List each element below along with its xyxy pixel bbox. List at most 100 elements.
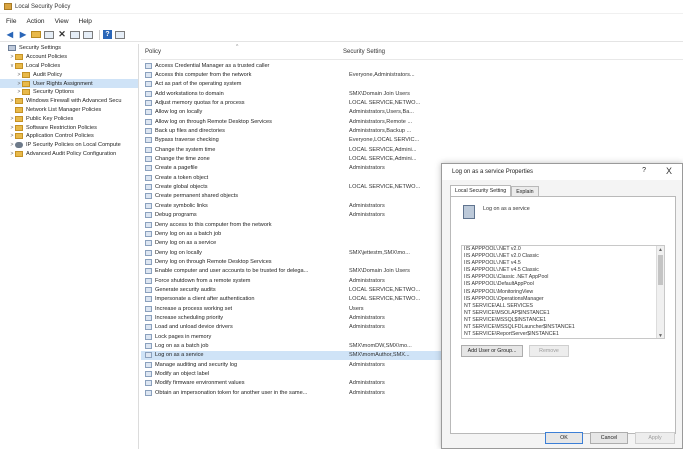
policy-icon	[145, 380, 152, 387]
folder-icon	[15, 54, 23, 61]
policy-icon	[145, 314, 152, 321]
policy-name-cell: Deny log on through Remote Desktop Servi…	[155, 258, 272, 265]
scroll-thumb[interactable]	[658, 255, 663, 285]
properties-dialog: Log on as a service Properties ? X Local…	[441, 163, 683, 449]
accounts-scrollbar[interactable]: ▲ ▼	[656, 246, 664, 338]
security-setting-cell: SMX\momAuthor,SMX...	[349, 352, 410, 359]
tree-node[interactable]: > Application Control Policies	[0, 132, 138, 141]
tree-node[interactable]: Security Settings	[0, 44, 138, 53]
forward-arrow-icon[interactable]: ▶	[18, 30, 28, 39]
export-icon[interactable]	[83, 30, 93, 39]
security-setting-cell: Administrators,Users,Ba...	[349, 109, 414, 116]
close-icon[interactable]: X	[666, 166, 672, 176]
scroll-up-icon[interactable]: ▲	[658, 247, 663, 253]
table-row[interactable]: Back up files and directories Administrat…	[141, 126, 683, 135]
table-row[interactable]: Allow log on locally Administrators,Users…	[141, 108, 683, 117]
policy-name-cell: Create permanent shared objects	[155, 193, 239, 200]
delete-icon[interactable]: ✕	[57, 30, 67, 39]
policy-name-cell: Change the system time	[155, 146, 216, 153]
account-item[interactable]: IIS APPPOOL\DefaultAppPool	[462, 281, 664, 288]
policy-name-cell: Debug programs	[155, 212, 197, 219]
policy-icon	[145, 100, 152, 107]
security-setting-cell: SMX\momDW,SMX\mo...	[349, 342, 412, 349]
security-setting-cell: LOCAL SERVICE,NETWO...	[349, 296, 421, 303]
back-arrow-icon[interactable]: ◀	[5, 30, 15, 39]
account-item[interactable]: IIS APPPOOL\OperationsManager	[462, 296, 664, 303]
policy-name-cell: Allow log on locally	[155, 109, 203, 116]
menu-help[interactable]: Help	[79, 18, 92, 25]
cancel-button[interactable]: Cancel	[590, 432, 628, 444]
folder-icon	[15, 62, 23, 69]
security-setting-cell: LOCAL SERVICE,NETWO...	[349, 286, 421, 293]
account-item[interactable]: NT SERVICE\ALL SERVICES	[462, 303, 664, 310]
account-item[interactable]: NT SERVICE\ReportServer$INSTANCE1	[462, 331, 664, 338]
tree-node-label: Audit Policy	[33, 71, 63, 78]
policy-icon	[145, 305, 152, 312]
tree-node[interactable]: Network List Manager Policies	[0, 106, 138, 115]
grid-icon[interactable]	[115, 30, 125, 39]
tree-node[interactable]: > User Rights Assignment	[0, 79, 138, 88]
column-header-setting[interactable]: Security Setting	[343, 49, 385, 55]
account-item[interactable]: NT SERVICE\MSOLAP$INSTANCE1	[462, 310, 664, 317]
policy-icon	[145, 333, 152, 340]
security-setting-cell: LOCAL SERVICE,NETWO...	[349, 100, 421, 107]
menu-file[interactable]: File	[6, 18, 16, 25]
policy-icon	[145, 286, 152, 293]
table-row[interactable]: Bypass traverse checking Everyone,LOCAL S…	[141, 136, 683, 145]
policy-name-cell: Modify firmware environment values	[155, 380, 245, 387]
account-item[interactable]: IIS APPPOOL\Classic .NET AppPool	[462, 274, 664, 281]
account-item[interactable]: IIS APPPOOL\.NET v2.0	[462, 246, 664, 253]
tab-explain[interactable]: Explain	[511, 186, 539, 196]
table-row[interactable]: Act as part of the operating system	[141, 80, 683, 89]
tree-node[interactable]: > IP Security Policies on Local Compute	[0, 141, 138, 150]
show-hide-tree-icon[interactable]	[44, 30, 54, 39]
add-user-or-group-button[interactable]: Add User or Group...	[461, 345, 523, 357]
tree-node[interactable]: > Advanced Audit Policy Configuration	[0, 150, 138, 159]
help-icon[interactable]: ?	[103, 30, 112, 39]
ok-button[interactable]: OK	[545, 432, 583, 444]
table-row[interactable]: Allow log on through Remote Desktop Serv…	[141, 117, 683, 126]
account-item[interactable]: IIS APPPOOL\MonitoringView	[462, 289, 664, 296]
tree-node[interactable]: > Security Options	[0, 88, 138, 97]
tree-node[interactable]: > Account Policies	[0, 53, 138, 62]
table-row[interactable]: Access Credential Manager as a trusted c…	[141, 61, 683, 70]
security-setting-cell: Administrators	[349, 212, 385, 219]
tree-node[interactable]: > Audit Policy	[0, 70, 138, 79]
tree-node[interactable]: > Public Key Policies	[0, 114, 138, 123]
security-settings-icon	[8, 45, 16, 52]
account-item[interactable]: NT SERVICE\MSSQLFDLauncher$INSTANCE1	[462, 324, 664, 331]
policy-icon	[145, 212, 152, 219]
menu-action[interactable]: Action	[26, 18, 44, 25]
policy-name-cell: Increase scheduling priority	[155, 314, 224, 321]
tree-node-label: Security Settings	[19, 45, 61, 52]
menu-view[interactable]: View	[55, 18, 69, 25]
tab-local-security-setting[interactable]: Local Security Setting	[450, 185, 512, 196]
table-row[interactable]: Change the system time LOCAL SERVICE,Admi…	[141, 145, 683, 154]
column-header-policy[interactable]: Policy	[145, 49, 343, 55]
table-row[interactable]: Adjust memory quotas for a process LOCAL …	[141, 98, 683, 107]
security-setting-cell: SMX\Domain Join Users	[349, 90, 410, 97]
policy-name-cell: Log on as a batch job	[155, 342, 209, 349]
folder-icon	[15, 106, 23, 113]
toolbar-separator	[99, 29, 100, 40]
account-item[interactable]: NT SERVICE\MSSQL$INSTANCE1	[462, 317, 664, 324]
account-item[interactable]: IIS APPPOOL\.NET v4.5 Classic	[462, 267, 664, 274]
policy-name-cell: Deny log on as a service	[155, 240, 217, 247]
table-row[interactable]: Access this computer from the network Eve…	[141, 70, 683, 79]
help-question-icon[interactable]: ?	[642, 167, 646, 174]
remove-button[interactable]: Remove	[529, 345, 569, 357]
security-setting-cell: Administrators,Backup ...	[349, 128, 412, 135]
table-row[interactable]: Add workstations to domain SMX\Domain Joi…	[141, 89, 683, 98]
account-item[interactable]: IIS APPPOOL\.NET v2.0 Classic	[462, 253, 664, 260]
tree-node[interactable]: v Local Policies	[0, 62, 138, 71]
policy-name-cell: Generate security audits	[155, 286, 216, 293]
dialog-tabs: Local Security Setting Explain	[450, 185, 539, 196]
tree-node[interactable]: > Software Restriction Policies	[0, 123, 138, 132]
up-folder-icon[interactable]	[31, 31, 41, 38]
tree-node[interactable]: > Windows Firewall with Advanced Secu	[0, 97, 138, 106]
properties-icon[interactable]	[70, 30, 80, 39]
tree-node-label: Windows Firewall with Advanced Secu	[26, 98, 122, 105]
apply-button[interactable]: Apply	[635, 432, 675, 444]
account-item[interactable]: IIS APPPOOL\.NET v4.5	[462, 260, 664, 267]
accounts-listbox[interactable]: IIS APPPOOL\.NET v2.0 IIS APPPOOL\.NET v2…	[461, 245, 665, 339]
